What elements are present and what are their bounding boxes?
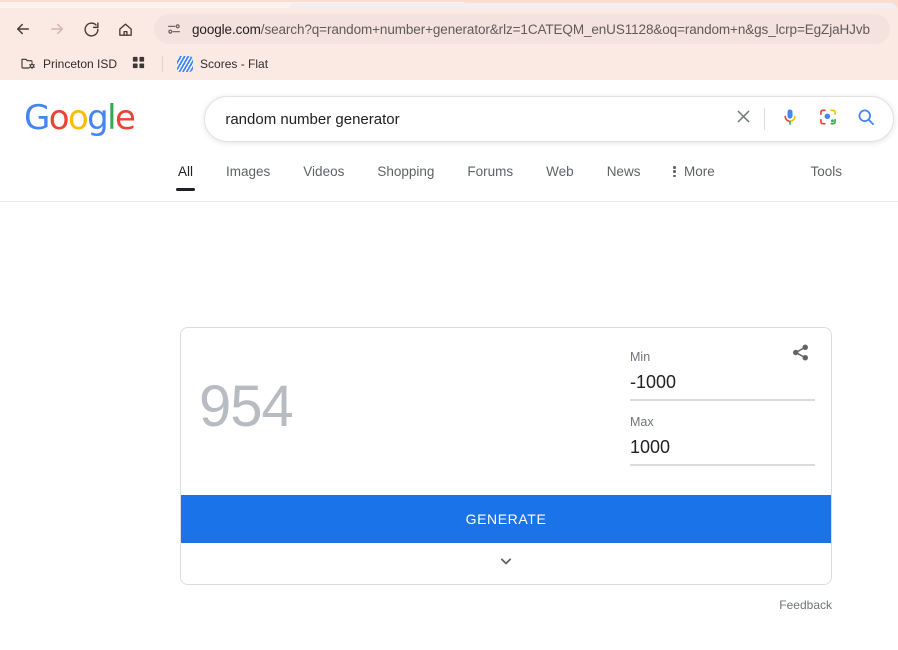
tools-button[interactable]: Tools	[810, 164, 842, 190]
rng-range-fields: Min -1000 Max 1000	[630, 350, 815, 480]
tab-images[interactable]: Images	[226, 164, 270, 191]
back-button[interactable]	[8, 14, 38, 44]
min-label: Min	[630, 350, 651, 364]
folder-settings-icon	[20, 55, 36, 74]
google-lens-button[interactable]	[809, 100, 847, 138]
tab-more-label: More	[683, 164, 715, 179]
bookmark-princeton-isd[interactable]: Princeton ISD	[14, 53, 123, 75]
result-type-tabs: All Images Videos Shopping Forums Web Ne…	[0, 164, 898, 202]
home-button[interactable]	[110, 14, 140, 44]
tab-videos[interactable]: Videos	[303, 164, 344, 191]
logo-letter-e: e	[115, 98, 136, 138]
expand-widget-button[interactable]	[181, 543, 831, 584]
google-lens-icon	[818, 107, 838, 132]
tab-forums[interactable]: Forums	[467, 164, 513, 191]
url-path: /search?q=random+number+generator&rlz=1C…	[260, 21, 870, 37]
logo-letter-o2: o	[67, 98, 89, 138]
browser-toolbar: google.com/search?q=random+number+genera…	[0, 8, 898, 50]
min-input[interactable]: -1000	[630, 370, 815, 401]
bookmark-scores-flat[interactable]: Scores - Flat	[171, 53, 274, 75]
max-label: Max	[630, 415, 654, 429]
rng-display-area: 954 Min -1000 Max 1000	[181, 328, 831, 495]
search-results-page: Google random number generator All Image…	[0, 80, 898, 650]
tab-news[interactable]: News	[607, 164, 641, 191]
logo-letter-g1: G	[24, 98, 50, 138]
generate-button[interactable]: GENERATE	[181, 495, 831, 543]
page-info-icon[interactable]	[166, 21, 182, 37]
apps-grid-icon	[131, 55, 146, 73]
tab-more[interactable]: More	[673, 164, 715, 190]
address-bar[interactable]: google.com/search?q=random+number+genera…	[154, 14, 890, 44]
url-text: google.com/search?q=random+number+genera…	[192, 22, 870, 37]
close-icon	[734, 107, 753, 131]
url-domain: google.com	[192, 21, 261, 37]
bookmarks-bar: Princeton ISD Scores - Flat	[0, 50, 898, 80]
voice-search-button[interactable]	[771, 100, 809, 138]
tab-active[interactable]	[288, 3, 898, 8]
random-number-generator-widget: 954 Min -1000 Max 1000 GENERATE	[180, 327, 832, 585]
bookmark-label: Princeton ISD	[43, 57, 118, 71]
feedback-link[interactable]: Feedback	[180, 598, 832, 612]
scores-favicon-icon	[177, 56, 194, 72]
reload-button[interactable]	[76, 14, 106, 44]
max-input[interactable]: 1000	[630, 435, 815, 466]
search-box[interactable]: random number generator	[204, 96, 895, 142]
google-logo[interactable]: Google	[24, 98, 136, 138]
search-input[interactable]: random number generator	[225, 111, 724, 128]
browser-chrome: google.com/search?q=random+number+genera…	[0, 0, 898, 80]
tab-strip	[0, 0, 898, 8]
forward-button[interactable]	[42, 14, 72, 44]
search-divider	[764, 108, 766, 130]
min-field[interactable]: Min -1000	[630, 350, 815, 401]
reload-icon	[83, 21, 100, 38]
tab-all[interactable]: All	[175, 164, 196, 191]
max-field[interactable]: Max 1000	[630, 415, 815, 466]
logo-letter-o1: o	[48, 98, 70, 138]
clear-search-button[interactable]	[724, 100, 762, 138]
bookmark-apps-grid[interactable]	[125, 53, 152, 75]
forward-arrow-icon	[48, 20, 66, 38]
bookmark-label: Scores - Flat	[200, 57, 269, 71]
search-submit-button[interactable]	[847, 100, 885, 138]
search-icon	[856, 107, 876, 132]
logo-letter-g2: g	[87, 98, 109, 138]
search-header: Google random number generator	[0, 80, 898, 142]
home-icon	[117, 21, 134, 38]
tab-web[interactable]: Web	[546, 164, 574, 191]
three-dots-vertical-icon	[673, 166, 676, 177]
logo-letter-l: l	[107, 98, 116, 138]
microphone-icon	[780, 107, 800, 132]
chevron-down-icon	[496, 551, 516, 576]
bookmark-separator	[162, 56, 164, 72]
tab-shopping[interactable]: Shopping	[377, 164, 434, 191]
back-arrow-icon	[14, 20, 32, 38]
rng-result-value: 954	[199, 374, 294, 439]
